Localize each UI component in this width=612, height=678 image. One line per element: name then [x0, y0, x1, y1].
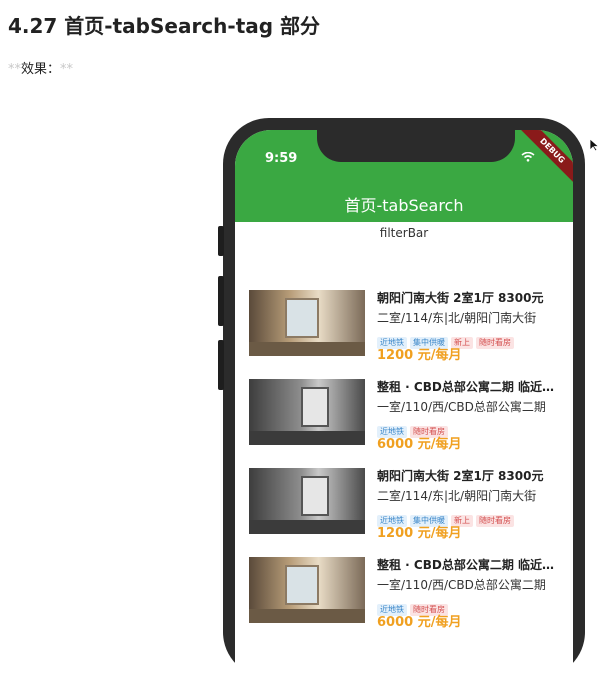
listing-thumbnail — [249, 468, 365, 534]
listing-thumbnail — [249, 557, 365, 623]
doc-title: 4.27 首页-tabSearch-tag 部分 — [8, 14, 321, 38]
listing-title: 朝阳门南大街 2室1厅 8300元 — [377, 291, 544, 305]
listing-tags: 近地铁 集中供暖 新上 随时看房 — [377, 330, 563, 349]
listing-tags: 近地铁 随时看房 — [377, 419, 563, 438]
listing-list: 朝阳门南大街 2室1厅 8300元 二室/114/东|北/朝阳门南大街 近地铁集… — [249, 290, 563, 646]
listing-item[interactable]: 朝阳门南大街 2室1厅 8300元 二室/114/东|北/朝阳门南大街 近地铁集… — [249, 290, 563, 379]
listing-tags: 近地铁 随时看房 — [377, 597, 563, 616]
listing-item[interactable]: 整租 · CBD总部公寓二期 临近国... 一室/110/西/CBD总部公寓二期… — [249, 379, 563, 468]
effect-mark-right: ** — [60, 62, 74, 77]
listing-item[interactable]: 整租 · CBD总部公寓二期 临近国... 一室/110/西/CBD总部公寓二期… — [249, 557, 563, 646]
phone-frame: 9:59 DEBUG 首页-tabSearch filterBar 朝阳门南大街… — [218, 118, 585, 678]
doc-effect-label: **效果：** — [8, 58, 73, 77]
listing-price: 1200 元/每月 — [377, 348, 462, 363]
effect-mark-left: ** — [8, 62, 21, 77]
listing-tags: 近地铁 集中供暖 新上 随时看房 — [377, 508, 563, 527]
listing-subtitle: 二室/114/东|北/朝阳门南大街 — [377, 311, 537, 325]
listing-price: 6000 元/每月 — [377, 615, 462, 630]
phone-volume-down-button — [218, 340, 224, 390]
app-bar-title: 首页-tabSearch — [344, 196, 464, 215]
listing-thumbnail — [249, 379, 365, 445]
listing-title: 整租 · CBD总部公寓二期 临近国... — [377, 380, 563, 394]
listing-price: 1200 元/每月 — [377, 526, 462, 541]
listing-subtitle: 二室/114/东|北/朝阳门南大街 — [377, 489, 537, 503]
phone-volume-up-button — [218, 276, 224, 326]
listing-item[interactable]: 朝阳门南大街 2室1厅 8300元 二室/114/东|北/朝阳门南大街 近地铁集… — [249, 468, 563, 557]
app-bar: 9:59 DEBUG 首页-tabSearch — [235, 130, 573, 222]
listing-subtitle: 一室/110/西/CBD总部公寓二期 — [377, 400, 546, 414]
tag: 随时看房 — [476, 337, 514, 349]
phone-screen: 9:59 DEBUG 首页-tabSearch filterBar 朝阳门南大街… — [235, 130, 573, 678]
phone-side-button — [218, 226, 224, 256]
effect-text: 效果： — [21, 62, 61, 77]
listing-price: 6000 元/每月 — [377, 437, 462, 452]
filter-bar[interactable]: filterBar — [235, 226, 573, 240]
wifi-icon — [521, 152, 535, 162]
listing-thumbnail — [249, 290, 365, 356]
phone-notch — [317, 130, 515, 162]
listing-title: 整租 · CBD总部公寓二期 临近国... — [377, 558, 563, 572]
mouse-cursor-icon — [589, 138, 600, 152]
status-time: 9:59 — [265, 151, 298, 166]
tag: 随时看房 — [476, 515, 514, 527]
listing-title: 朝阳门南大街 2室1厅 8300元 — [377, 469, 544, 483]
listing-subtitle: 一室/110/西/CBD总部公寓二期 — [377, 578, 546, 592]
